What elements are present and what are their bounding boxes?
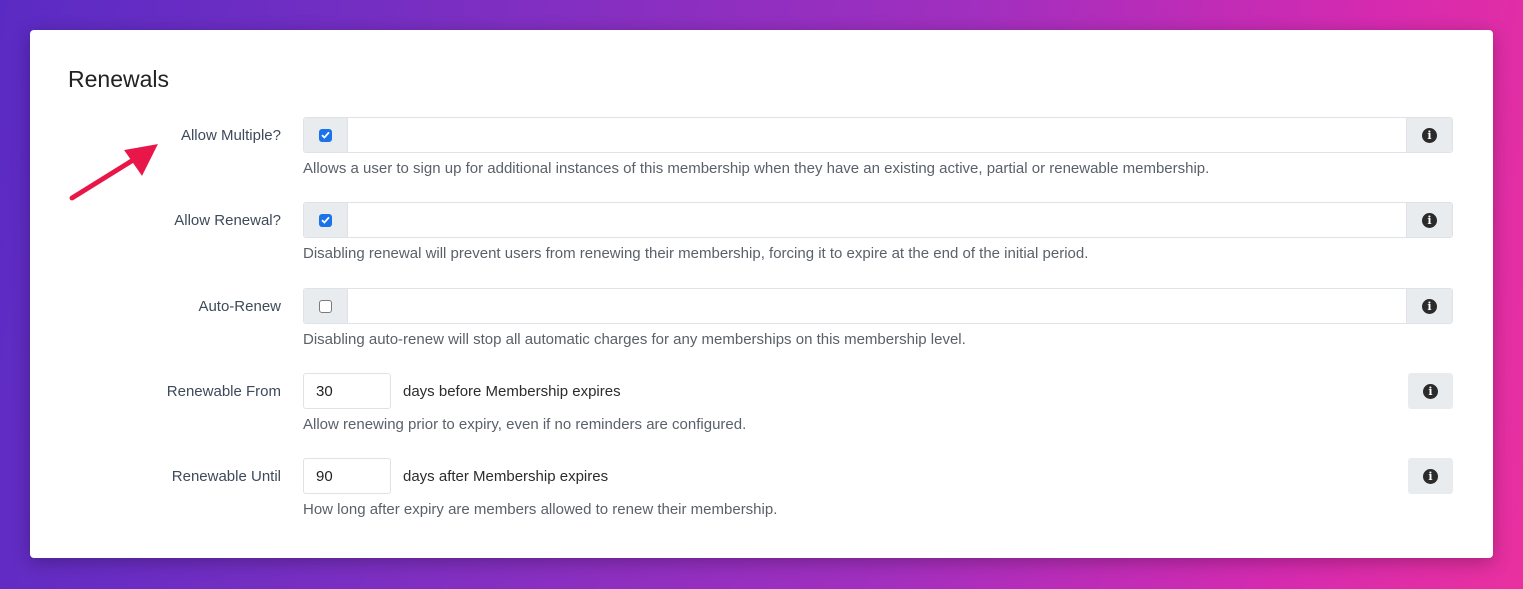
allow-renewal-field [348,203,1406,237]
allow-renewal-checkbox-addon [304,203,348,237]
renewable-from-info-button[interactable]: i [1408,373,1453,409]
auto-renew-checkbox-addon [304,289,348,323]
allow-renewal-info-button[interactable]: i [1406,203,1452,237]
allow-renewal-checkbox[interactable] [319,213,332,227]
section-title: Renewals [68,66,169,92]
info-circle-icon: i [1422,298,1437,314]
renewable-until-label: Renewable Until [171,468,281,485]
auto-renew-field [348,289,1406,323]
allow-multiple-field [348,118,1406,152]
renewable-until-row: Renewable Until days after Membership ex… [30,458,1493,548]
renewals-card: Renewals Allow Multiple? i Allows a user… [30,30,1493,558]
allow-multiple-help: Allows a user to sign up for additional … [303,160,1210,177]
checkbox-checked-icon [321,131,330,139]
renewable-from-help: Allow renewing prior to expiry, even if … [303,416,747,433]
renewable-until-info-button[interactable]: i [1408,458,1453,494]
allow-renewal-input-group: i [303,202,1453,238]
allow-multiple-label: Allow Multiple? [180,127,281,144]
renewable-until-input[interactable] [303,458,391,494]
auto-renew-info-button[interactable]: i [1406,289,1452,323]
renewable-until-suffix: days after Membership expires [403,468,609,485]
allow-multiple-checkbox[interactable] [319,128,332,142]
renewable-from-suffix: days before Membership expires [403,383,621,400]
info-circle-icon: i [1422,212,1437,228]
auto-renew-input-group: i [303,288,1453,324]
allow-renewal-row: Allow Renewal? i Disabling renewal will … [30,202,1493,292]
auto-renew-help: Disabling auto-renew will stop all autom… [303,331,966,348]
auto-renew-row: Auto-Renew i Disabling auto-renew will s… [30,288,1493,378]
allow-multiple-row: Allow Multiple? i Allows a user to sign … [30,117,1493,207]
renewable-from-row: Renewable From days before Membership ex… [30,373,1493,463]
allow-multiple-checkbox-addon [304,118,348,152]
allow-renewal-label: Allow Renewal? [174,212,281,229]
info-circle-icon: i [1422,127,1437,143]
renewable-from-input[interactable] [303,373,391,409]
red-arrow-icon [69,144,158,201]
allow-multiple-info-button[interactable]: i [1406,118,1452,152]
allow-multiple-input-group: i [303,117,1453,153]
auto-renew-checkbox[interactable] [319,299,332,313]
info-circle-icon: i [1423,468,1438,484]
renewable-from-label: Renewable From [166,383,281,400]
allow-renewal-help: Disabling renewal will prevent users fro… [303,245,1089,262]
info-circle-icon: i [1423,383,1438,399]
renewable-until-help: How long after expiry are members allowe… [303,501,778,518]
auto-renew-label: Auto-Renew [198,298,281,315]
checkbox-checked-icon [321,216,330,224]
